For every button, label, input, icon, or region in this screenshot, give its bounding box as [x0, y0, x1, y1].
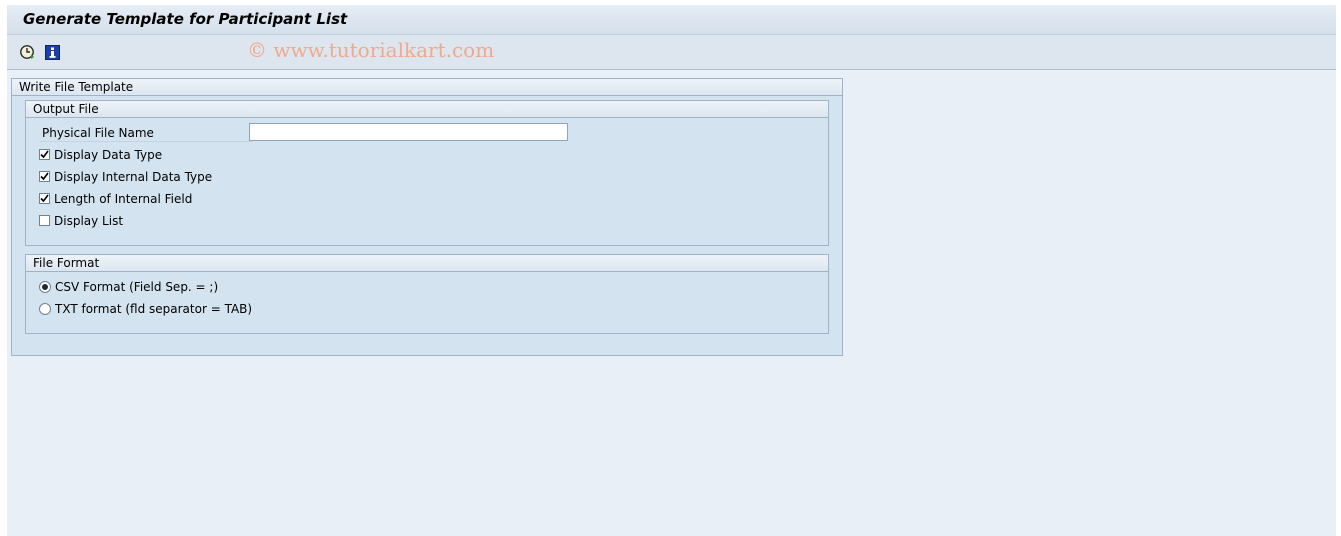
display-list-label: Display List — [54, 214, 124, 228]
display-internal-data-type-label: Display Internal Data Type — [54, 170, 213, 184]
watermark-text: © www.tutorialkart.com — [247, 38, 495, 62]
txt-format-radio[interactable] — [39, 303, 51, 315]
write-file-template-group: Write File Template Output File Physical… — [11, 78, 843, 356]
csv-format-label: CSV Format (Field Sep. = ;) — [55, 280, 219, 294]
output-file-group: Output File Physical File Name Display D… — [25, 100, 829, 246]
physical-file-name-input[interactable] — [249, 123, 568, 141]
length-of-internal-field-checkbox[interactable] — [39, 193, 50, 204]
page-title: Generate Template for Participant List — [23, 10, 348, 28]
application-window: Generate Template for Participant List ©… — [7, 5, 1336, 536]
display-list-checkbox[interactable] — [39, 215, 50, 226]
file-format-group: File Format CSV Format (Field Sep. = ;) … — [25, 254, 829, 334]
information-icon[interactable] — [44, 44, 60, 60]
display-data-type-label: Display Data Type — [54, 148, 163, 162]
output-file-header: Output File — [26, 101, 828, 118]
file-format-header: File Format — [26, 255, 828, 272]
output-file-title: Output File — [33, 102, 99, 116]
display-data-type-checkbox[interactable] — [39, 149, 50, 160]
write-file-template-header: Write File Template — [12, 79, 842, 96]
physical-file-name-label: Physical File Name — [40, 125, 253, 142]
write-file-template-title: Write File Template — [19, 80, 134, 94]
txt-format-label: TXT format (fld separator = TAB) — [55, 302, 253, 316]
display-internal-data-type-checkbox[interactable] — [39, 171, 50, 182]
execute-clock-icon[interactable] — [19, 44, 35, 60]
file-format-title: File Format — [33, 256, 100, 270]
application-toolbar: © www.tutorialkart.com — [7, 35, 1336, 70]
title-bar: Generate Template for Participant List — [7, 5, 1336, 35]
csv-format-radio[interactable] — [39, 281, 51, 293]
length-of-internal-field-label: Length of Internal Field — [54, 192, 193, 206]
